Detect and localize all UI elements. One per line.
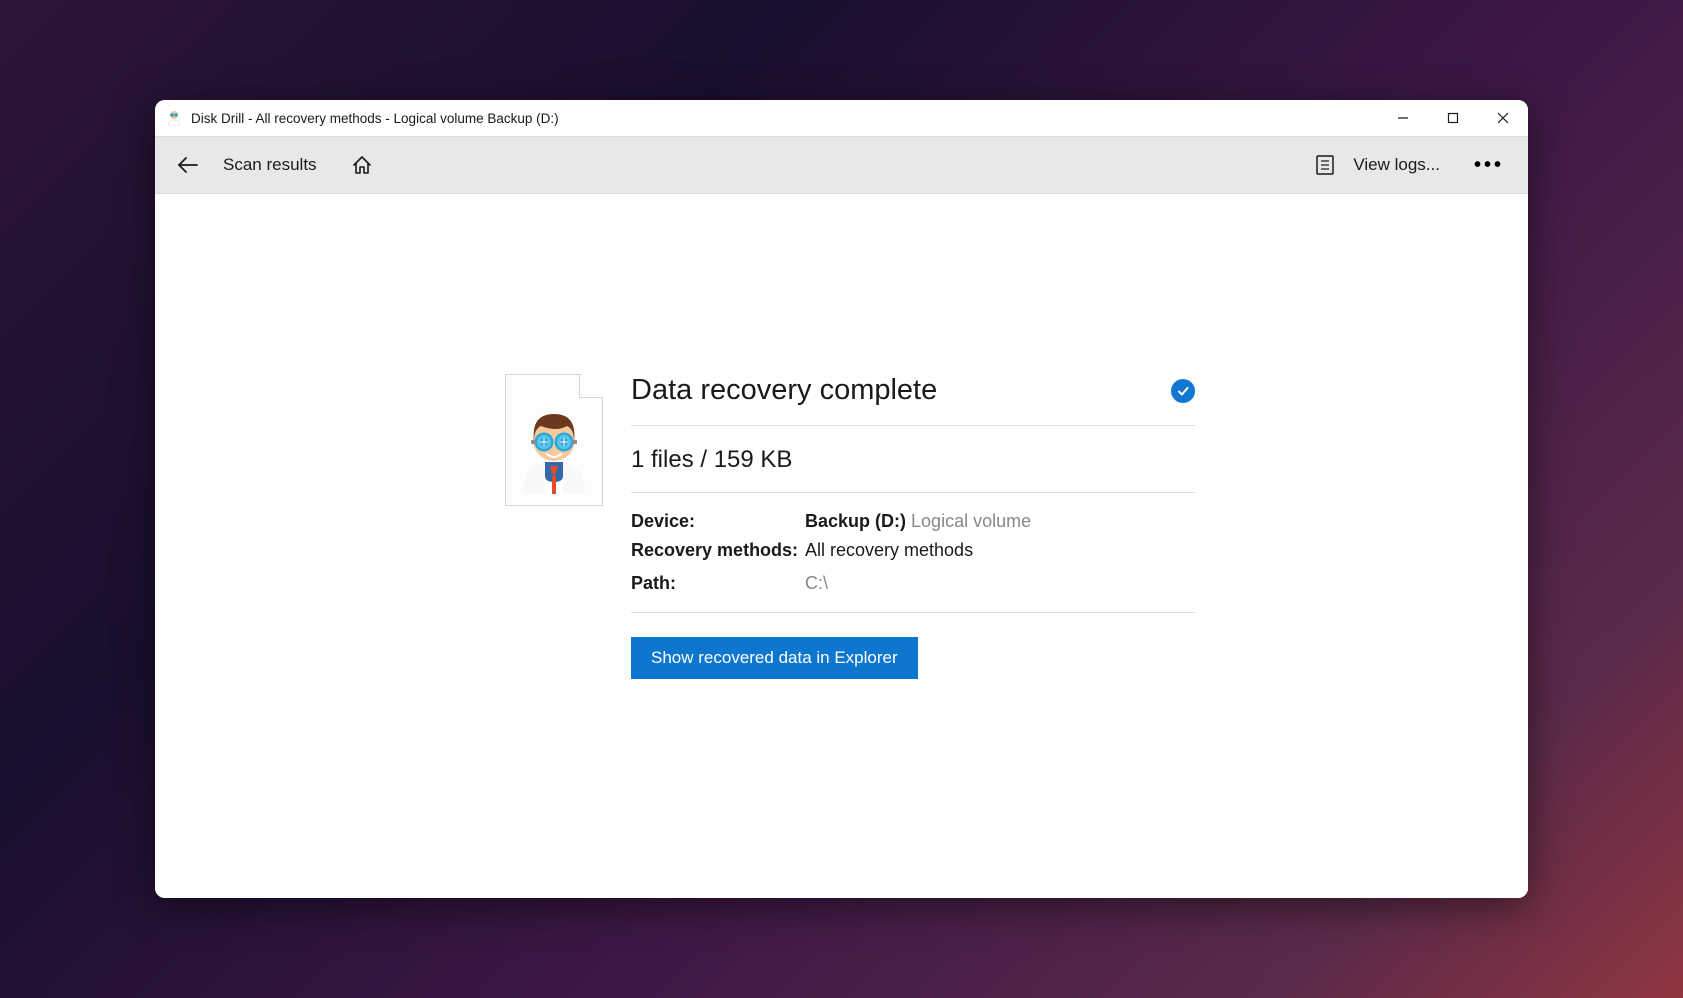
result-avatar-frame xyxy=(505,374,603,506)
back-button[interactable] xyxy=(173,152,203,178)
more-dots-icon: ••• xyxy=(1474,154,1504,177)
device-label: Device: xyxy=(631,511,805,532)
breadcrumb-label[interactable]: Scan results xyxy=(223,155,317,175)
titlebar: Disk Drill - All recovery methods - Logi… xyxy=(155,100,1528,136)
document-list-icon xyxy=(1315,154,1335,176)
toolbar-left: Scan results xyxy=(173,150,377,180)
success-check-icon xyxy=(1171,379,1195,403)
toolbar: Scan results View logs... ••• xyxy=(155,136,1528,194)
path-value: C:\ xyxy=(805,573,828,594)
device-type: Logical volume xyxy=(911,511,1031,531)
home-icon xyxy=(351,154,373,176)
avatar-icon xyxy=(517,404,591,494)
device-name: Backup (D:) xyxy=(805,511,906,531)
result-panel: Data recovery complete 1 files / 159 KB … xyxy=(631,374,1195,898)
device-value: Backup (D:) Logical volume xyxy=(805,511,1031,532)
result-wrapper: Data recovery complete 1 files / 159 KB … xyxy=(505,374,1195,898)
content-area: Data recovery complete 1 files / 159 KB … xyxy=(155,194,1528,898)
result-header: Data recovery complete xyxy=(631,374,1195,426)
methods-row: Recovery methods: All recovery methods xyxy=(631,540,1195,561)
summary-row: 1 files / 159 KB xyxy=(631,426,1195,493)
window-title: Disk Drill - All recovery methods - Logi… xyxy=(191,111,1378,126)
device-row: Device: Backup (D:) Logical volume xyxy=(631,511,1195,532)
close-button[interactable] xyxy=(1478,100,1528,136)
info-table: Device: Backup (D:) Logical volume Recov… xyxy=(631,493,1195,613)
view-logs-button[interactable]: View logs... xyxy=(1353,155,1440,175)
window-controls xyxy=(1378,100,1528,136)
minimize-button[interactable] xyxy=(1378,100,1428,136)
back-arrow-icon xyxy=(177,156,199,174)
app-icon xyxy=(165,109,183,127)
home-button[interactable] xyxy=(347,150,377,180)
summary-text: 1 files / 159 KB xyxy=(631,446,1195,474)
more-menu-button[interactable]: ••• xyxy=(1468,154,1510,177)
result-title: Data recovery complete xyxy=(631,374,937,407)
action-row: Show recovered data in Explorer xyxy=(631,613,1195,679)
path-row: Path: C:\ xyxy=(631,573,1195,594)
maximize-button[interactable] xyxy=(1428,100,1478,136)
logs-icon-button[interactable] xyxy=(1315,154,1335,176)
app-window: Disk Drill - All recovery methods - Logi… xyxy=(155,100,1528,898)
methods-label: Recovery methods: xyxy=(631,540,805,561)
methods-value: All recovery methods xyxy=(805,540,973,561)
path-label: Path: xyxy=(631,573,805,594)
show-in-explorer-button[interactable]: Show recovered data in Explorer xyxy=(631,637,918,679)
toolbar-right: View logs... ••• xyxy=(1315,154,1510,177)
